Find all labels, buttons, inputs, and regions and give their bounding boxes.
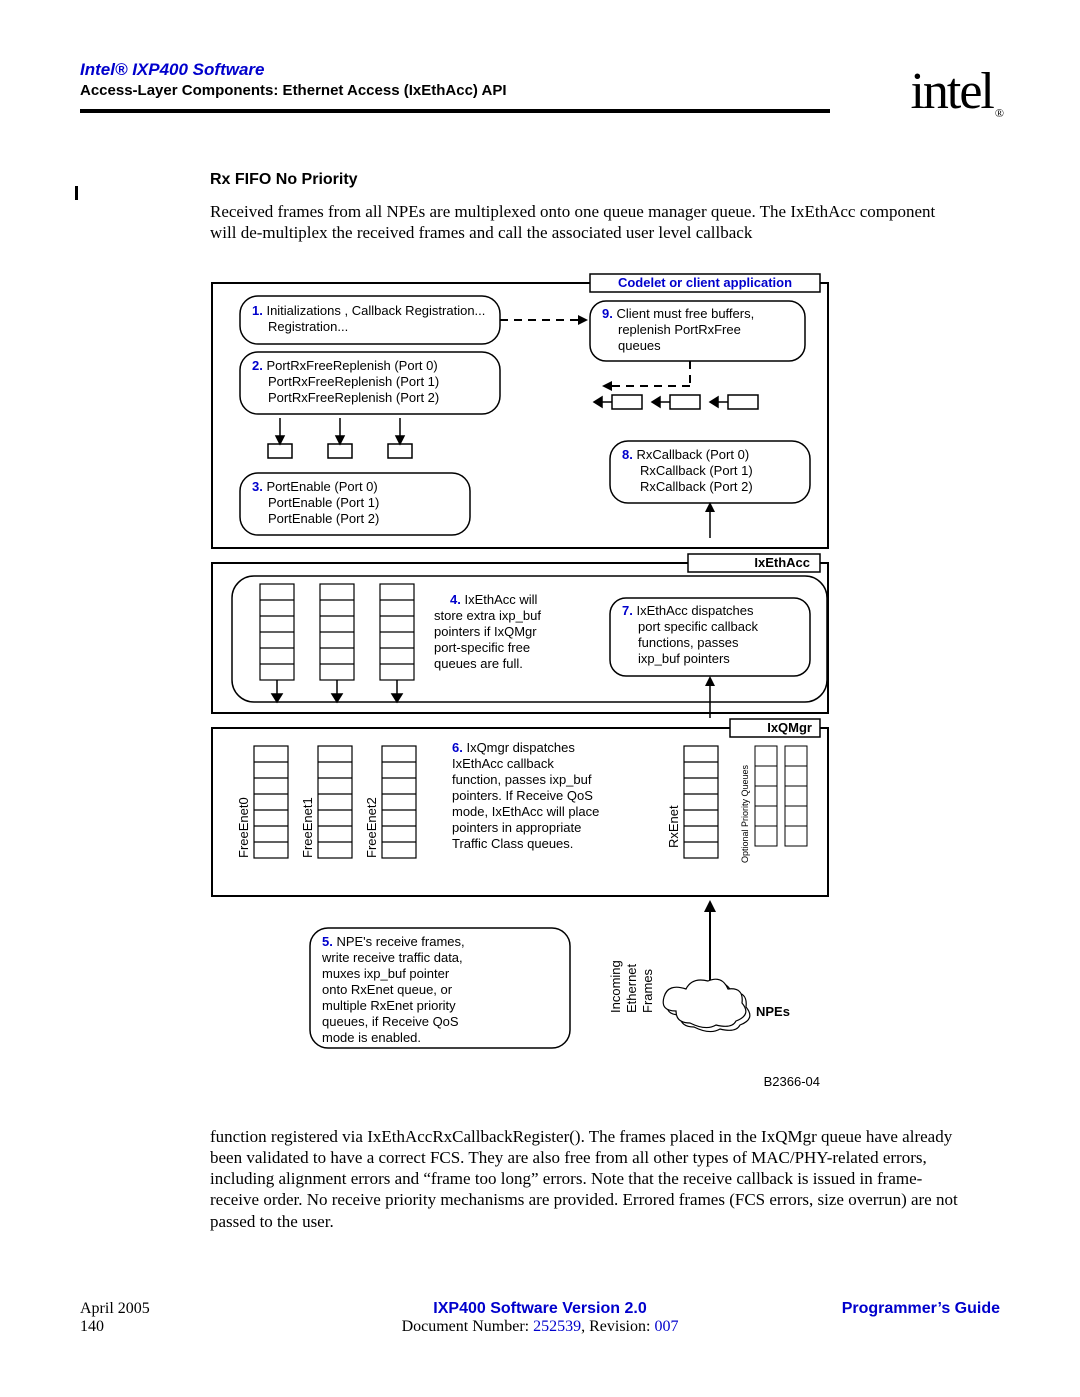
svg-text:Frames: Frames	[640, 968, 655, 1013]
free-enet2: FreeEnet2	[364, 797, 379, 858]
free-enet1: FreeEnet1	[300, 797, 315, 858]
svg-text:mode is enabled.: mode is enabled.	[322, 1030, 421, 1045]
svg-text:RxCallback (Port 2): RxCallback (Port 2)	[640, 479, 753, 494]
svg-text:muxes ixp_buf pointer: muxes ixp_buf pointer	[322, 966, 450, 981]
svg-text:7. IxEthAcc dispatches: 7. IxEthAcc dispatches	[622, 603, 754, 618]
svg-text:replenish PortRxFree: replenish PortRxFree	[618, 322, 741, 337]
incoming-frames: Incoming	[608, 960, 623, 1013]
svg-text:RxCallback (Port 1): RxCallback (Port 1)	[640, 463, 753, 478]
product-title: Intel® IXP400 Software	[80, 60, 1000, 80]
svg-text:PortEnable (Port 1): PortEnable (Port 1)	[268, 495, 379, 510]
svg-text:PortRxFreeReplenish (Port 2): PortRxFreeReplenish (Port 2)	[268, 390, 439, 405]
svg-text:multiple RxEnet priority: multiple RxEnet priority	[322, 998, 456, 1013]
svg-text:3. PortEnable (Port 0): 3. PortEnable (Port 0)	[252, 479, 378, 494]
free-enet0: FreeEnet0	[236, 797, 251, 858]
figure-id: B2366-04	[764, 1074, 820, 1089]
svg-text:4. IxEthAcc will: 4. IxEthAcc will	[450, 592, 538, 607]
svg-text:write receive traffic data,: write receive traffic data,	[321, 950, 463, 965]
footer-guide: Programmer’s Guide	[842, 1300, 1000, 1318]
registered-icon: ®	[995, 106, 1002, 120]
svg-text:port-specific free: port-specific free	[434, 640, 530, 655]
svg-text:6. IxQmgr dispatches: 6. IxQmgr dispatches	[452, 740, 575, 755]
svg-text:queues: queues	[618, 338, 661, 353]
svg-text:pointers in appropriate: pointers in appropriate	[452, 820, 581, 835]
svg-text:8. RxCallback (Port 0): 8. RxCallback (Port 0)	[622, 447, 749, 462]
section-heading: Rx FIFO No Priority	[210, 171, 1000, 189]
svg-text:store extra ixp_buf: store extra ixp_buf	[434, 608, 541, 623]
rx-enet: RxEnet	[666, 804, 681, 847]
figure-rx-fifo: Codelet or client application 1. Initial…	[210, 268, 830, 1118]
intel-logo: intel®	[910, 62, 1000, 123]
svg-text:1. Initializations , Callback: 1. Initializations , Callback Registrati…	[252, 303, 485, 318]
svg-text:onto RxEnet queue, or: onto RxEnet queue, or	[322, 982, 453, 997]
codelet-header: Codelet or client application	[618, 275, 792, 290]
svg-text:Registration...: Registration...	[268, 319, 348, 334]
header-rule	[80, 109, 830, 113]
change-bar	[75, 186, 78, 200]
svg-text:queues, if Receive QoS: queues, if Receive QoS	[322, 1014, 459, 1029]
optional-queues: Optional Priority Queues	[740, 764, 750, 863]
svg-text:mode, IxEthAcc will place: mode, IxEthAcc will place	[452, 804, 599, 819]
svg-text:function, passes ixp_buf: function, passes ixp_buf	[452, 772, 592, 787]
body-paragraph-1: Received frames from all NPEs are multip…	[210, 201, 960, 244]
chapter-title: Access-Layer Components: Ethernet Access…	[80, 82, 1000, 99]
cloud-icon	[663, 979, 750, 1031]
svg-text:2. PortRxFreeReplenish (Port: 2. PortRxFreeReplenish (Port 0)	[252, 358, 438, 373]
svg-text:Traffic Class queues.: Traffic Class queues.	[452, 836, 573, 851]
svg-text:9. Client must free buffers,: 9. Client must free buffers,	[602, 306, 754, 321]
svg-text:PortEnable (Port 2): PortEnable (Port 2)	[268, 511, 379, 526]
svg-text:pointers. If Receive QoS: pointers. If Receive QoS	[452, 788, 593, 803]
svg-text:IxEthAcc callback: IxEthAcc callback	[452, 756, 554, 771]
svg-text:Ethernet: Ethernet	[624, 963, 639, 1013]
ixqmgr-label: IxQMgr	[767, 720, 812, 735]
body-paragraph-2: function registered via IxEthAccRxCallba…	[210, 1126, 960, 1232]
svg-text:pointers if IxQMgr: pointers if IxQMgr	[434, 624, 537, 639]
svg-text:PortRxFreeReplenish (Port 1): PortRxFreeReplenish (Port 1)	[268, 374, 439, 389]
svg-text:port specific callback: port specific callback	[638, 619, 758, 634]
svg-text:ixp_buf pointers: ixp_buf pointers	[638, 651, 730, 666]
ixethacc-label: IxEthAcc	[754, 555, 810, 570]
page-header: Intel® IXP400 Software Access-Layer Comp…	[80, 60, 1000, 113]
svg-text:5. NPE's receive frames,: 5. NPE's receive frames,	[322, 934, 465, 949]
svg-text:functions, passes: functions, passes	[638, 635, 739, 650]
svg-text:queues are full.: queues are full.	[434, 656, 523, 671]
intel-logo-text: intel	[910, 63, 992, 120]
npes-label: NPEs	[756, 1004, 790, 1019]
